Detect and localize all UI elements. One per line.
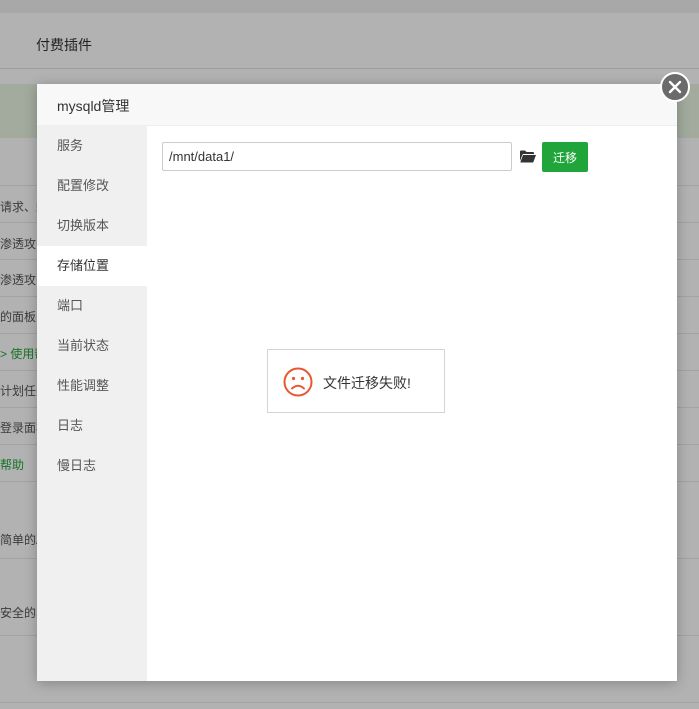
sidebar-item-log[interactable]: 日志 (37, 406, 147, 446)
sidebar-item-storage-location[interactable]: 存储位置 (37, 246, 147, 286)
sidebar-item-port[interactable]: 端口 (37, 286, 147, 326)
sidebar-item-config[interactable]: 配置修改 (37, 166, 147, 206)
dialog-title: mysqld管理 (57, 98, 130, 114)
sidebar-item-current-status[interactable]: 当前状态 (37, 326, 147, 366)
storage-path-input[interactable] (162, 142, 512, 171)
close-dialog-button[interactable] (660, 72, 690, 102)
migrate-button[interactable]: 迁移 (542, 142, 588, 172)
folder-open-icon[interactable] (520, 150, 536, 163)
sidebar-item-slow-log[interactable]: 慢日志 (37, 446, 147, 486)
dialog-sidebar: 服务 配置修改 切换版本 存储位置 端口 当前状态 性能调整 日志 慢日志 (37, 126, 147, 681)
toast-message: 文件迁移失败! (323, 375, 411, 391)
close-icon (668, 80, 682, 94)
sidebar-item-performance[interactable]: 性能调整 (37, 366, 147, 406)
sidebar-item-switch-version[interactable]: 切换版本 (37, 206, 147, 246)
error-toast: 文件迁移失败! (267, 349, 445, 413)
dialog-header: mysqld管理 (37, 84, 677, 126)
sad-face-icon (283, 367, 313, 397)
sidebar-item-service[interactable]: 服务 (37, 126, 147, 166)
